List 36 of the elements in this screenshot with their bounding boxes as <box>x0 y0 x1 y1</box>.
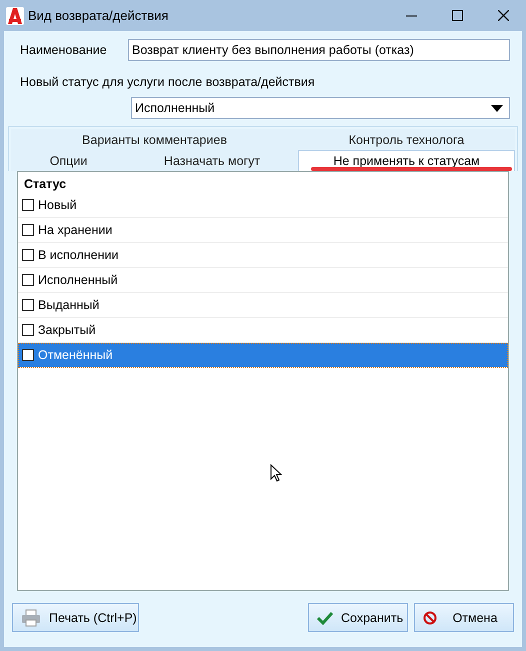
list-row[interactable]: Новый <box>18 193 508 218</box>
close-icon <box>498 10 508 21</box>
column-header: Статус <box>23 176 68 193</box>
list-row[interactable]: Исполненный <box>18 268 508 293</box>
list-row[interactable]: Выданный <box>18 293 508 318</box>
maximize-icon <box>452 10 462 21</box>
save-button[interactable]: Сохранить <box>308 603 408 632</box>
app-logo-icon <box>6 6 24 24</box>
list-row[interactable]: В исполнении <box>18 243 508 268</box>
tab[interactable]: Назначать могут <box>126 150 298 171</box>
print-button[interactable]: Печать (Ctrl+P) <box>12 603 139 632</box>
tab[interactable]: Контроль технолога <box>298 129 515 150</box>
status-dropdown[interactable]: Исполненный <box>131 97 510 119</box>
tab[interactable]: Опции <box>11 150 126 171</box>
checkbox[interactable] <box>22 199 34 211</box>
minimize-icon <box>406 14 416 16</box>
checkbox[interactable] <box>22 299 34 311</box>
list-row[interactable]: Отменённый <box>18 343 508 368</box>
name-input-field[interactable]: Возврат клиенту без выполнения работы (отказ) <box>128 39 510 61</box>
list-row[interactable]: На хранении <box>18 218 508 243</box>
printer-icon <box>21 608 41 626</box>
window-title: Вид возврата/действия <box>28 8 170 23</box>
tab[interactable]: Не применять к статусам <box>298 150 515 171</box>
cancel-button[interactable]: Отмена <box>414 603 514 632</box>
tab[interactable]: Варианты комментариев <box>11 129 298 150</box>
checkbox[interactable] <box>22 274 34 286</box>
prohibited-icon <box>423 610 437 624</box>
checkbox[interactable] <box>22 249 34 261</box>
mouse-cursor-icon <box>270 464 282 482</box>
checkbox[interactable] <box>22 224 34 236</box>
checkbox[interactable] <box>22 324 34 336</box>
field-label: Новый статус для услуги после возврата/действия <box>19 74 315 89</box>
dropdown-arrow-icon <box>491 104 503 112</box>
checkbox[interactable] <box>22 349 34 361</box>
checkmark-icon <box>317 610 333 624</box>
field-label: Наименование <box>20 43 108 57</box>
